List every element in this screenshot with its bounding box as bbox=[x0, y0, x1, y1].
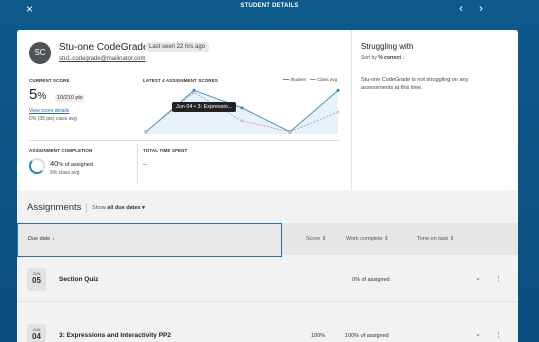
last-seen-badge: Last seen 22 hrs ago bbox=[145, 42, 210, 52]
class-avg-data-point[interactable] bbox=[144, 130, 148, 134]
divider bbox=[351, 30, 352, 190]
completion-value: 40% of assigned bbox=[50, 159, 93, 168]
student-details-panel: SC Stu-one CodeGrade Last seen 22 hrs ag… bbox=[17, 30, 518, 342]
chevron-down-icon[interactable]: ⌄ bbox=[475, 330, 481, 338]
score-points: 10/210 pts bbox=[55, 94, 85, 102]
student-series-area bbox=[146, 90, 338, 134]
sort-time-on-task[interactable]: Time on task ⇕ bbox=[417, 236, 454, 242]
sort-work-complete[interactable]: Work complete ⇕ bbox=[346, 236, 389, 242]
time-spent-label: TOTAL TIME SPENT bbox=[143, 148, 188, 153]
due-date-badge: JUN 04 bbox=[27, 324, 46, 342]
chevron-right-icon[interactable]: › bbox=[479, 1, 483, 15]
assignment-title[interactable]: Section Quiz bbox=[59, 276, 98, 283]
table-row[interactable]: JUN 05 Section Quiz 0% of assigned ⌄ ⋮ bbox=[17, 258, 518, 302]
top-bar: × STUDENT DETAILS ‹ › bbox=[0, 0, 539, 20]
class-avg-data-point[interactable] bbox=[288, 130, 292, 134]
more-options-icon[interactable]: ⋮ bbox=[495, 275, 502, 283]
chevron-left-icon[interactable]: ‹ bbox=[459, 1, 463, 15]
divider bbox=[137, 144, 138, 184]
chart-tooltip: Jun 04 • 3: Expressio... bbox=[172, 102, 237, 112]
summary-card: SC Stu-one CodeGrade Last seen 22 hrs ag… bbox=[17, 30, 518, 190]
view-score-details-link[interactable]: View score details bbox=[29, 108, 69, 114]
student-legend-swatch bbox=[283, 79, 289, 81]
score-value: 100% bbox=[311, 333, 326, 339]
due-date-badge: JUN 05 bbox=[27, 268, 46, 291]
student-name: Stu-one CodeGrade bbox=[59, 42, 149, 53]
struggling-title: Struggling with bbox=[361, 42, 414, 51]
score-class-avg: 6% (35 pts) class avg bbox=[29, 116, 77, 122]
student-data-point[interactable] bbox=[336, 88, 340, 93]
struggling-message: Stu-one CodeGrade is not struggling on a… bbox=[361, 77, 469, 91]
assignment-title[interactable]: 3: Expressions and Interactivity PP2 bbox=[59, 332, 171, 339]
class-avg-data-point[interactable] bbox=[192, 91, 196, 94]
completion-label: ASSIGNMENT COMPLETION bbox=[29, 148, 93, 153]
chevron-down-icon[interactable]: ⌄ bbox=[475, 274, 481, 282]
student-email-link[interactable]: stu1-codegrade@mailinator.com bbox=[59, 56, 145, 62]
more-options-icon[interactable]: ⋮ bbox=[495, 331, 502, 339]
struggling-sort[interactable]: Sort by % correct ↓ bbox=[361, 55, 405, 61]
avatar: SC bbox=[29, 42, 51, 64]
completion-ring bbox=[29, 158, 45, 174]
work-complete: 100% of assigned bbox=[345, 333, 389, 339]
student-data-point[interactable] bbox=[240, 106, 244, 110]
due-date-filter[interactable]: Show all due dates ▾ bbox=[86, 203, 145, 213]
current-score-value: 5% bbox=[29, 86, 47, 103]
table-row[interactable]: JUN 04 3: Expressions and Interactivity … bbox=[17, 312, 518, 342]
assignments-title: Assignments bbox=[27, 202, 82, 213]
divider bbox=[29, 140, 339, 141]
time-spent-value: – bbox=[143, 161, 147, 168]
completion-class-avg: 6% class avg bbox=[50, 170, 80, 176]
class-avg-data-point[interactable] bbox=[240, 119, 244, 123]
current-score-label: CURRENT SCORE bbox=[29, 78, 70, 83]
sort-due-date[interactable]: Due date ↓ bbox=[17, 223, 282, 257]
sort-score[interactable]: Score ⇕ bbox=[306, 236, 327, 242]
class-avg-data-point[interactable] bbox=[336, 110, 340, 114]
class-legend-swatch bbox=[310, 79, 317, 81]
work-complete: 0% of assigned bbox=[352, 277, 390, 283]
